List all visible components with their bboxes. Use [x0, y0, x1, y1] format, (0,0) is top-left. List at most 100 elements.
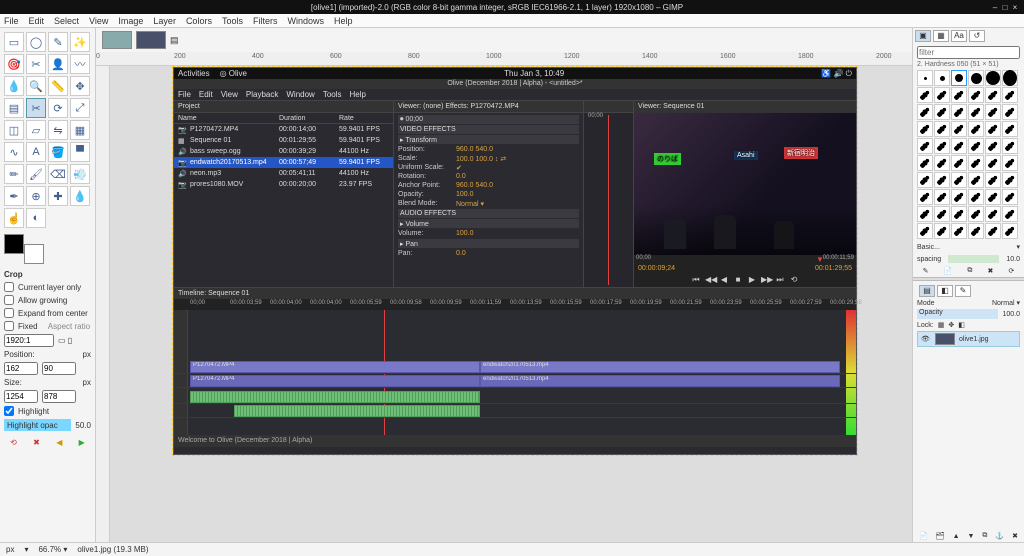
brush-cell-9-4[interactable] [985, 223, 1001, 239]
brush-cell-6-4[interactable] [985, 172, 1001, 188]
brush-cell-2-2[interactable] [951, 104, 967, 120]
toolopt-reset-icon[interactable]: ⟲ [10, 438, 17, 447]
opt-pos-x[interactable] [4, 362, 38, 375]
tool-zoom[interactable]: 🔍 [26, 76, 46, 96]
brush-cell-1-5[interactable] [1002, 87, 1018, 103]
dock-tab-layers[interactable]: ▤ [919, 285, 935, 297]
olive-audio-effects-hdr[interactable]: AUDIO EFFECTS [398, 209, 579, 218]
opt-pos-y[interactable] [42, 362, 76, 375]
clip-v1b[interactable]: endwatch20170513.mp4 [480, 361, 840, 373]
brush-cell-7-1[interactable] [934, 189, 950, 205]
olive-pan-hdr[interactable]: ▸ Pan [398, 239, 579, 248]
tool-fuzzy-select[interactable]: ✨ [70, 32, 90, 52]
brush-cell-6-3[interactable] [968, 172, 984, 188]
brush-cell-9-3[interactable] [968, 223, 984, 239]
menu-image[interactable]: Image [118, 16, 143, 26]
preset-menu-icon[interactable]: ▾ [1016, 243, 1020, 251]
brush-cell-7-2[interactable] [951, 189, 967, 205]
opt-size-h[interactable] [42, 390, 76, 403]
tool-crop[interactable]: ✂ [26, 98, 46, 118]
effect-row-3[interactable]: Rotation:0.0 [398, 172, 579, 181]
layer-anchor-icon[interactable]: ⚓ [995, 532, 1004, 540]
menu-file[interactable]: File [4, 16, 19, 26]
viewer-btn-5[interactable]: ▶▶ [761, 275, 771, 284]
brush-cell-9-2[interactable] [951, 223, 967, 239]
menu-colors[interactable]: Colors [186, 16, 212, 26]
brush-cell-6-1[interactable] [934, 172, 950, 188]
brush-preset[interactable]: Basic... [917, 244, 940, 251]
olive-activities[interactable]: Activities [178, 69, 210, 78]
brush-cell-1-1[interactable] [934, 87, 950, 103]
brush-cell-4-1[interactable] [934, 138, 950, 154]
viewer-btn-4[interactable]: ▶ [747, 275, 757, 284]
brush-cell-4-4[interactable] [985, 138, 1001, 154]
opt-fixed[interactable] [4, 321, 14, 331]
menu-select[interactable]: Select [54, 16, 79, 26]
brush-del-icon[interactable]: ✖ [988, 267, 994, 275]
brush-cell-8-2[interactable] [951, 206, 967, 222]
tool-eraser[interactable]: ⌫ [48, 164, 68, 184]
tool-foreground-select[interactable]: 👤 [48, 54, 68, 74]
olive-tray-icons[interactable]: ♿ 🔊 ⏻ [821, 69, 852, 79]
image-tab-menu-icon[interactable]: ▤ [170, 35, 179, 46]
brush-cell-2-5[interactable] [1002, 104, 1018, 120]
tool-bucket[interactable]: 🪣 [48, 142, 68, 162]
opt-size-w[interactable] [4, 390, 38, 403]
status-unit[interactable]: px [6, 545, 14, 554]
olive-app-label[interactable]: ◎ Olive [220, 69, 247, 78]
image-tab-2[interactable] [136, 31, 166, 49]
layer-delete-icon[interactable]: ✖ [1012, 532, 1018, 540]
olive-timeline-ruler[interactable]: 00;0000:00:03;5900:00:04;0000:00:04;0000… [174, 299, 856, 310]
olive-tracks[interactable]: P1270472.MP4 endwatch20170513.mp4 P12704… [174, 310, 856, 435]
tool-color-select[interactable]: 🎯 [4, 54, 24, 74]
tool-dodge[interactable]: ◐ [26, 208, 46, 228]
brush-refresh-icon[interactable]: ⟳ [1009, 267, 1015, 275]
window-close-button[interactable]: × [1010, 3, 1020, 12]
brush-new-icon[interactable]: 📄 [944, 267, 953, 275]
brush-dup-icon[interactable]: ⧉ [967, 267, 972, 275]
clip-v2a[interactable]: P1270472.MP4 [190, 375, 480, 387]
opt-allow-growing[interactable] [4, 295, 14, 305]
toolopt-next-icon[interactable]: ▶ [79, 438, 85, 447]
brush-cell-2-4[interactable] [985, 104, 1001, 120]
viewer-btn-0[interactable]: ⏮ [691, 275, 701, 285]
brush-cell-8-3[interactable] [968, 206, 984, 222]
brush-cell-4-0[interactable] [917, 138, 933, 154]
brush-cell-1-0[interactable] [917, 87, 933, 103]
menu-help[interactable]: Help [334, 16, 353, 26]
viewer-btn-6[interactable]: ⏭ [775, 275, 785, 285]
tool-rect-select[interactable]: ▭ [4, 32, 24, 52]
brush-cell-8-5[interactable] [1002, 206, 1018, 222]
orient-icons[interactable]: ▭ ▯ [58, 336, 72, 345]
olive-menu-view[interactable]: View [221, 90, 238, 99]
canvas[interactable]: Activities ◎ Olive Thu Jan 3, 10:49 ♿ 🔊 … [110, 66, 912, 542]
dock-tab-fonts[interactable]: Aa [951, 30, 967, 42]
project-row-1[interactable]: ▦Sequence 0100:01:29;5559.9401 FPS [174, 135, 393, 146]
brush-cell-3-3[interactable] [968, 121, 984, 137]
layer-down-icon[interactable]: ▼ [967, 533, 974, 540]
brush-cell-3-1[interactable] [934, 121, 950, 137]
project-row-5[interactable]: 📷prores1080.MOV00:00:20;0023.97 FPS [174, 179, 393, 190]
brush-cell-5-4[interactable] [985, 155, 1001, 171]
tool-move[interactable]: ✥ [70, 76, 90, 96]
tool-airbrush[interactable]: 💨 [70, 164, 90, 184]
tool-scale[interactable]: ⤢ [70, 98, 90, 118]
image-tab-1[interactable] [102, 31, 132, 49]
brush-cell-2-0[interactable] [917, 104, 933, 120]
layer-new-icon[interactable]: 📄 [919, 532, 928, 540]
brush-cell-6-5[interactable] [1002, 172, 1018, 188]
viewer-btn-7[interactable]: ⟲ [789, 275, 799, 284]
layer-group-icon[interactable]: 🗂 [936, 532, 945, 540]
tool-gradient[interactable]: ▀ [70, 142, 90, 162]
layer-mode-select[interactable]: Normal ▾ [992, 299, 1020, 307]
brush-cell-8-4[interactable] [985, 206, 1001, 222]
lock-pixels-icon[interactable]: ▦ [938, 321, 945, 329]
olive-menu-edit[interactable]: Edit [199, 90, 213, 99]
opt-expand-center[interactable] [4, 308, 14, 318]
brush-cell-8-1[interactable] [934, 206, 950, 222]
olive-video-effects-hdr[interactable]: VIDEO EFFECTS [398, 125, 579, 134]
olive-transform-hdr[interactable]: ▸ Transform [398, 135, 579, 144]
brush-cell-4-5[interactable] [1002, 138, 1018, 154]
effect-row-0[interactable]: Position:960.0 540.0 [398, 145, 579, 154]
menu-windows[interactable]: Windows [287, 16, 324, 26]
